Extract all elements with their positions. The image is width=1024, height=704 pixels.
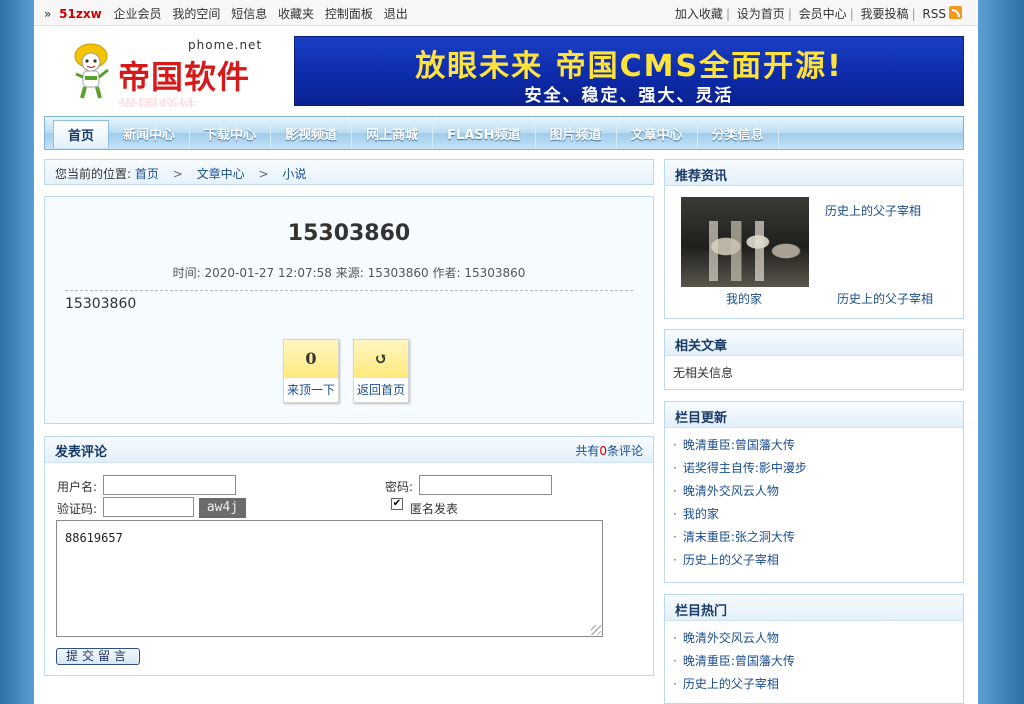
- hot-title: 栏目热门: [665, 595, 963, 621]
- header-banner[interactable]: 放眼未来 帝国CMS全面开源! 安全、稳定、强大、灵活: [294, 36, 964, 106]
- related-title: 相关文章: [665, 330, 963, 356]
- arrow-icon: »: [44, 7, 52, 21]
- comment-textarea[interactable]: 88619657: [56, 520, 603, 637]
- nav-pictures[interactable]: 图片频道: [536, 117, 617, 149]
- breadcrumb-home[interactable]: 首页: [135, 167, 159, 181]
- username-link[interactable]: 51zxw: [59, 7, 102, 21]
- related-box: 相关文章 无相关信息: [664, 329, 964, 390]
- list-item[interactable]: 晚清外交风云人物: [673, 627, 955, 650]
- comment-title: 发表评论: [55, 445, 108, 460]
- nav-flash[interactable]: FLASH频道: [433, 117, 536, 149]
- digg-count: 0: [284, 340, 338, 378]
- logout-link[interactable]: 退出: [384, 7, 408, 21]
- enterprise-member-link[interactable]: 企业会员: [114, 7, 162, 21]
- related-empty: 无相关信息: [673, 366, 734, 380]
- nav-articles[interactable]: 文章中心: [617, 117, 698, 149]
- hot-box: 栏目热门 晚清外交风云人物 晚清重臣:曾国藩大传 历史上的父子宰相: [664, 594, 964, 704]
- captcha-image[interactable]: aw4j: [199, 498, 246, 518]
- username-input[interactable]: [103, 475, 236, 495]
- nav-video[interactable]: 影视频道: [271, 117, 353, 149]
- nav-home[interactable]: 首页: [53, 120, 110, 148]
- recommend-title: 推荐资讯: [665, 160, 963, 186]
- member-center-link[interactable]: 会员中心: [799, 7, 847, 21]
- back-home-button[interactable]: ↺ 返回首页: [353, 339, 409, 403]
- comment-count-suffix: 条评论: [606, 444, 643, 458]
- article-panel: 15303860 时间: 2020-01-27 12:07:58 来源: 153…: [44, 196, 654, 424]
- article-body: 15303860: [65, 296, 137, 312]
- breadcrumb-separator: >: [172, 167, 183, 181]
- back-arrow-icon: ↺: [354, 340, 408, 378]
- my-space-link[interactable]: 我的空间: [172, 7, 220, 21]
- submit-comment-button[interactable]: 提交留言: [56, 648, 140, 665]
- nav-news[interactable]: 新闻中心: [109, 117, 191, 149]
- submit-article-link[interactable]: 我要投稿: [861, 7, 909, 21]
- site-domain: phome.net: [188, 38, 263, 52]
- top-bar-right: 加入收藏 | 设为首页 | 会员中心 | 我要投稿 | RSS: [672, 5, 962, 22]
- recommend-box: 推荐资讯 历史上的父子宰相 我的家 历史上的父子宰相: [664, 159, 964, 319]
- nav-download[interactable]: 下载中心: [190, 117, 272, 149]
- list-item[interactable]: 我的家: [673, 503, 955, 526]
- rss-icon[interactable]: [949, 6, 962, 19]
- back-home-label[interactable]: 返回首页: [354, 378, 408, 403]
- password-label: 密码:: [385, 480, 414, 494]
- updates-box: 栏目更新 晚清重臣:曾国藩大传 诺奖得主自传:影中漫步 晚清外交风云人物 我的家…: [664, 401, 964, 583]
- breadcrumb-separator: >: [258, 167, 269, 181]
- banner-subline: 安全、稳定、强大、灵活: [524, 86, 734, 106]
- comment-text: 88619657: [65, 531, 123, 545]
- top-bar-left: » 51zxw 企业会员 我的空间 短信息 收藏夹 控制面板 退出: [44, 5, 415, 22]
- recommend-top-link[interactable]: 历史上的父子宰相: [825, 202, 921, 219]
- nav-shop[interactable]: 网上商城: [352, 117, 434, 149]
- comment-count: 0: [599, 444, 607, 458]
- messages-link[interactable]: 短信息: [231, 7, 267, 21]
- anonymous-checkbox[interactable]: ✔: [391, 498, 403, 510]
- divider: [65, 290, 633, 291]
- banner-headline: 放眼未来 帝国CMS全面开源!: [415, 49, 843, 84]
- recommend-caption-right[interactable]: 历史上的父子宰相: [837, 290, 933, 307]
- hot-list: 晚清外交风云人物 晚清重臣:曾国藩大传 历史上的父子宰相: [665, 621, 963, 696]
- comment-header: 发表评论 共有0条评论: [45, 437, 653, 463]
- article-meta: 时间: 2020-01-27 12:07:58 来源: 15303860 作者:…: [172, 266, 526, 280]
- updates-title: 栏目更新: [665, 402, 963, 428]
- list-item[interactable]: 晚清重臣:曾国藩大传: [673, 434, 955, 457]
- mascot-icon: [74, 43, 109, 99]
- digg-button[interactable]: 0 来顶一下: [283, 339, 339, 403]
- control-panel-link[interactable]: 控制面板: [325, 7, 373, 21]
- breadcrumb-prefix: 您当前的位置:: [55, 167, 132, 181]
- comment-count-link[interactable]: 共有0条评论: [575, 442, 643, 459]
- updates-list: 晚清重臣:曾国藩大传 诺奖得主自传:影中漫步 晚清外交风云人物 我的家 清末重臣…: [665, 428, 963, 572]
- top-bar: » 51zxw 企业会员 我的空间 短信息 收藏夹 控制面板 退出 加入收藏 | …: [34, 0, 978, 26]
- list-item[interactable]: 清末重臣:张之洞大传: [673, 526, 955, 549]
- article-title: 15303860: [287, 221, 411, 246]
- page: » 51zxw 企业会员 我的空间 短信息 收藏夹 控制面板 退出 加入收藏 | …: [34, 0, 978, 704]
- breadcrumb-novel[interactable]: 小说: [282, 167, 306, 181]
- recommend-caption-left[interactable]: 我的家: [726, 290, 762, 307]
- rss-link[interactable]: RSS: [922, 7, 946, 21]
- site-name-reflection: 帝国软件: [118, 95, 198, 108]
- nav-classifieds[interactable]: 分类信息: [698, 117, 779, 149]
- breadcrumb: 您当前的位置: 首页 > 文章中心 > 小说: [44, 159, 654, 185]
- digg-label[interactable]: 来顶一下: [284, 378, 338, 403]
- list-item[interactable]: 诺奖得主自传:影中漫步: [673, 457, 955, 480]
- set-homepage-link[interactable]: 设为首页: [737, 7, 785, 21]
- anonymous-label: 匿名发表: [410, 502, 459, 516]
- list-item[interactable]: 晚清外交风云人物: [673, 480, 955, 503]
- captcha-label: 验证码:: [57, 502, 98, 516]
- site-logo[interactable]: phome.net 帝国软件 帝国软件: [68, 36, 268, 108]
- recommend-photo[interactable]: [681, 197, 809, 287]
- resize-handle-icon[interactable]: [591, 625, 601, 635]
- site-name: 帝国软件: [118, 58, 251, 96]
- breadcrumb-articles[interactable]: 文章中心: [197, 167, 245, 181]
- main-nav: 首页 新闻中心 下载中心 影视频道 网上商城 FLASH频道 图片频道 文章中心…: [44, 116, 964, 150]
- list-item[interactable]: 历史上的父子宰相: [673, 549, 955, 572]
- comment-panel: 发表评论 共有0条评论 用户名: 密码: 验证码: aw4j ✔ 匿名发表 88…: [44, 436, 654, 676]
- captcha-input[interactable]: [103, 497, 194, 517]
- list-item[interactable]: 晚清重臣:曾国藩大传: [673, 650, 955, 673]
- favorites-link[interactable]: 收藏夹: [278, 7, 314, 21]
- username-label: 用户名:: [57, 480, 98, 494]
- password-input[interactable]: [419, 475, 552, 495]
- list-item[interactable]: 历史上的父子宰相: [673, 673, 955, 696]
- comment-count-prefix: 共有: [575, 444, 600, 458]
- add-favorite-link[interactable]: 加入收藏: [675, 7, 723, 21]
